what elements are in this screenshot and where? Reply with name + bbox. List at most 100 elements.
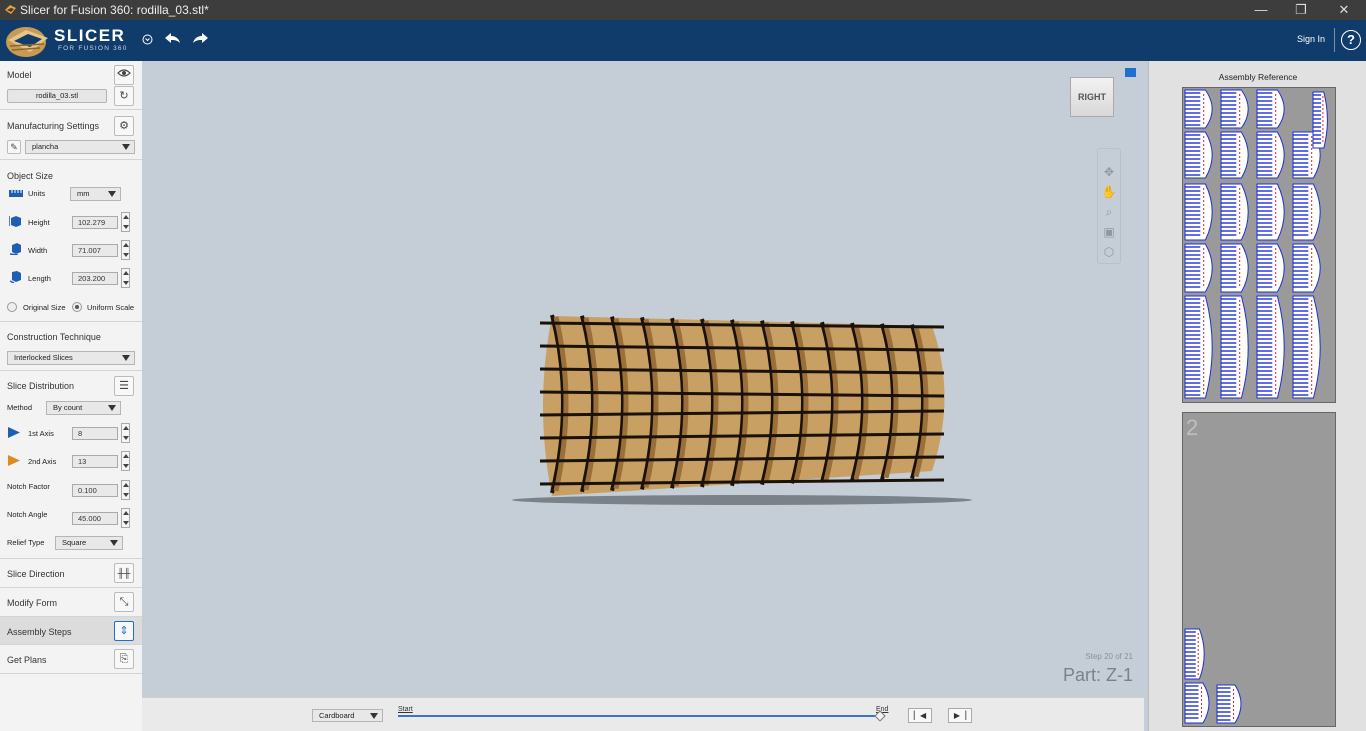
pan-icon[interactable]: ✋ — [1100, 185, 1118, 201]
reference-sheet-2[interactable]: 2 — [1182, 412, 1336, 727]
slicer-logo — [6, 27, 48, 57]
length-input[interactable]: 203.200 — [72, 272, 118, 285]
length-stepper[interactable] — [121, 268, 130, 288]
notch-factor-stepper[interactable] — [121, 480, 130, 500]
original-size-radio[interactable] — [7, 302, 17, 312]
expand-panel-icon[interactable] — [1125, 68, 1136, 77]
slice-direction-section[interactable]: Slice Direction ╫╫ — [0, 559, 142, 588]
notch-angle-stepper[interactable] — [121, 508, 130, 528]
model-shadow — [512, 495, 972, 505]
cut-part — [1184, 131, 1213, 179]
cut-part — [1220, 295, 1249, 399]
cut-part — [1292, 183, 1321, 241]
units-value: mm — [77, 189, 90, 198]
slice-distribution-title: Slice Distribution — [7, 381, 75, 391]
slice-direction-icon[interactable]: ╫╫ — [114, 563, 134, 583]
units-select[interactable]: mm — [70, 187, 121, 201]
cut-part — [1220, 89, 1249, 129]
reference-sheet-1[interactable] — [1182, 87, 1336, 403]
manufacturing-profile-select[interactable]: plancha — [25, 140, 135, 154]
construction-title: Construction Technique — [7, 332, 101, 342]
slider-start-label: Start — [398, 706, 413, 713]
assembly-steps-icon[interactable]: ⇕ — [114, 621, 134, 641]
notch-factor-input[interactable]: 0.100 — [72, 484, 118, 497]
height-label: Height — [28, 218, 50, 227]
construction-select[interactable]: Interlocked Slices — [7, 351, 135, 365]
header-divider — [1334, 28, 1335, 52]
minimize-button[interactable]: — — [1241, 1, 1281, 19]
eye-icon[interactable] — [114, 65, 134, 85]
redo-icon[interactable] — [190, 30, 212, 48]
cut-part — [1184, 682, 1210, 724]
zoom-icon[interactable]: ⌕ — [1100, 205, 1118, 221]
document-icon[interactable]: ⎘ — [114, 649, 134, 669]
cut-part — [1184, 243, 1213, 293]
construction-value: Interlocked Slices — [14, 353, 73, 362]
cut-part — [1184, 183, 1213, 241]
assembly-reference-panel: Assembly Reference 2 — [1148, 61, 1366, 731]
manufacturing-title: Manufacturing Settings — [7, 121, 100, 131]
chevron-down-icon — [108, 191, 116, 197]
uniform-scale-label: Uniform Scale — [87, 303, 135, 312]
second-axis-stepper[interactable] — [121, 451, 130, 471]
assembly-step-slider[interactable] — [398, 715, 884, 717]
assembly-steps-title: Assembly Steps — [7, 627, 72, 637]
material-value: Cardboard — [319, 711, 355, 720]
assembly-step-counter: Step 20 of 21 — [1085, 652, 1133, 661]
current-part-label: Part: Z-1 — [1062, 665, 1133, 685]
width-stepper[interactable] — [121, 240, 130, 260]
first-axis-input[interactable]: 8 — [72, 427, 118, 440]
view-cube-icon[interactable]: ⬡ — [1100, 245, 1118, 261]
height-input[interactable]: 102.279 — [72, 216, 118, 229]
refresh-icon[interactable]: ↻ — [114, 86, 134, 106]
relief-type-select[interactable]: Square — [55, 536, 123, 550]
restore-button[interactable]: ❐ — [1281, 1, 1321, 19]
cut-part — [1256, 295, 1285, 399]
second-axis-arrow-icon — [8, 455, 20, 466]
model-file-button[interactable]: rodilla_03.stl — [7, 89, 107, 103]
sliced-model-render — [512, 314, 972, 505]
modify-form-section[interactable]: Modify Form ⤡ — [0, 588, 142, 617]
orbit-icon[interactable]: ✥ — [1100, 165, 1118, 181]
circle-chevron-icon[interactable] — [142, 34, 153, 45]
second-axis-input[interactable]: 13 — [72, 455, 118, 468]
next-step-button[interactable]: ▶▕ — [948, 708, 972, 723]
assembly-steps-section[interactable]: Assembly Steps ⇕ — [0, 617, 142, 645]
first-axis-stepper[interactable] — [121, 423, 130, 443]
view-cube[interactable]: RIGHT — [1070, 77, 1114, 117]
brand-name: SLICER — [54, 26, 126, 45]
width-input[interactable]: 71.007 — [72, 244, 118, 257]
3d-viewport[interactable]: RIGHT ✥ ✋ ⌕ ▣ ⬡ Step 20 of 21 Part: Z-1 — [142, 61, 1148, 697]
modify-form-title: Modify Form — [7, 598, 58, 608]
close-button[interactable]: ✕ — [1324, 1, 1364, 19]
get-plans-section[interactable]: Get Plans ⎘ — [0, 645, 142, 674]
units-label: Units — [28, 189, 46, 198]
material-select[interactable]: Cardboard — [312, 709, 383, 722]
height-stepper[interactable] — [121, 212, 130, 232]
previous-step-button[interactable]: ▏◀ — [908, 708, 932, 723]
method-select[interactable]: By count — [46, 401, 121, 415]
undo-icon[interactable] — [161, 30, 183, 48]
length-cube-icon — [9, 271, 21, 283]
cut-part — [1256, 131, 1285, 179]
uniform-scale-radio[interactable] — [72, 302, 82, 312]
slice-direction-title: Slice Direction — [7, 569, 65, 579]
method-value: By count — [53, 403, 83, 412]
get-plans-title: Get Plans — [7, 655, 47, 665]
fit-icon[interactable]: ▣ — [1100, 225, 1118, 241]
sign-in-link[interactable]: Sign In — [1297, 34, 1325, 44]
cut-part — [1256, 89, 1285, 129]
method-label: Method — [7, 403, 33, 412]
modify-form-icon[interactable]: ⤡ — [114, 592, 134, 612]
notch-angle-input[interactable]: 45.000 — [72, 512, 118, 525]
slice-distribution-section: Slice Distribution ☰ Method By count 1st… — [0, 371, 142, 559]
list-icon[interactable]: ☰ — [114, 376, 134, 396]
navigation-bar: ✥ ✋ ⌕ ▣ ⬡ — [1097, 148, 1121, 264]
cut-part — [1184, 295, 1213, 399]
brand-subtitle: FOR FUSION 360 — [58, 45, 128, 52]
pencil-icon[interactable]: ✎ — [7, 140, 21, 154]
help-icon[interactable]: ? — [1341, 30, 1361, 50]
manufacturing-section: Manufacturing Settings ⚙ ✎ plancha — [0, 110, 142, 160]
construction-section: Construction Technique Interlocked Slice… — [0, 322, 142, 371]
gear-icon[interactable]: ⚙ — [114, 116, 134, 136]
